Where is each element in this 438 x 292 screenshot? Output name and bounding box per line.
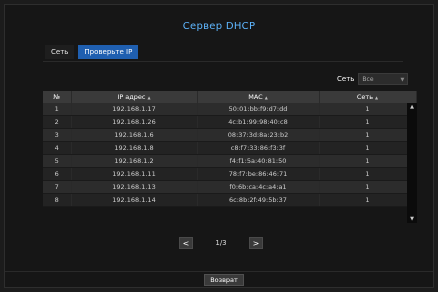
cell-number: 8 — [43, 193, 72, 207]
cell-network: 1 — [319, 103, 417, 116]
tab-network[interactable]: Сеть — [45, 45, 75, 59]
sort-icon: ▲ — [264, 95, 268, 100]
column-header-mac[interactable]: MAC ▲ — [197, 91, 320, 103]
column-header-ip[interactable]: IP адрес ▲ — [71, 91, 198, 103]
cell-ip: 192.168.1.6 — [71, 128, 198, 142]
footer-divider — [5, 271, 433, 272]
cell-network: 1 — [319, 141, 417, 155]
cell-number: 7 — [43, 180, 72, 194]
cell-network: 1 — [319, 115, 417, 129]
cell-ip: 192.168.1.17 — [71, 103, 198, 116]
cell-ip: 192.168.1.14 — [71, 193, 198, 207]
scroll-down-icon[interactable]: ▼ — [407, 216, 417, 222]
cell-number: 2 — [43, 115, 72, 129]
cell-number: 5 — [43, 154, 72, 168]
cell-ip: 192.168.1.8 — [71, 141, 198, 155]
prev-page-button[interactable]: < — [179, 237, 193, 249]
sort-icon: ▲ — [375, 95, 379, 100]
page-indicator: 1/3 — [215, 239, 227, 247]
cell-network: 1 — [319, 193, 417, 207]
table-row[interactable]: 1 192.168.1.17 50:01:bb:f9:d7:dd 1 — [43, 103, 417, 116]
table-scrollbar[interactable]: ▲ ▼ — [407, 103, 417, 223]
cell-mac: 08:37:3d:8a:23:b2 — [197, 128, 320, 142]
dhcp-server-window: Сервер DHCP Сеть Проверьте IP Сеть Все ▼… — [4, 4, 434, 288]
cell-number: 4 — [43, 141, 72, 155]
tab-divider — [43, 61, 403, 62]
table-row[interactable]: 7 192.168.1.13 f0:6b:ca:4c:a4:a1 1 — [43, 180, 417, 194]
cell-network: 1 — [319, 180, 417, 194]
tab-check-ip[interactable]: Проверьте IP — [78, 45, 139, 59]
network-filter-value: Все — [362, 76, 374, 83]
network-filter-select[interactable]: Все ▼ — [358, 73, 409, 85]
network-filter-label: Сеть — [337, 75, 355, 83]
column-header-network[interactable]: Сеть ▲ — [319, 91, 417, 103]
tab-bar: Сеть Проверьте IP — [45, 45, 139, 59]
cell-ip: 192.168.1.11 — [71, 167, 198, 181]
back-button[interactable]: Возврат — [204, 274, 244, 286]
sort-icon: ▲ — [147, 95, 151, 100]
pagination: < 1/3 > — [179, 237, 263, 249]
table-header-row: № IP адрес ▲ MAC ▲ Сеть ▲ — [43, 91, 417, 103]
table-row[interactable]: 8 192.168.1.14 6c:8b:2f:49:5b:37 1 — [43, 193, 417, 207]
cell-mac: f4:f1:5a:40:81:50 — [197, 154, 320, 168]
cell-ip: 192.168.1.26 — [71, 115, 198, 129]
next-page-button[interactable]: > — [249, 237, 263, 249]
table-row[interactable]: 5 192.168.1.2 f4:f1:5a:40:81:50 1 — [43, 154, 417, 168]
scroll-up-icon[interactable]: ▲ — [407, 104, 417, 110]
cell-mac: 50:01:bb:f9:d7:dd — [197, 103, 320, 116]
cell-number: 3 — [43, 128, 72, 142]
cell-mac: 4c:b1:99:98:40:c8 — [197, 115, 320, 129]
cell-ip: 192.168.1.13 — [71, 180, 198, 194]
column-header-number: № — [43, 91, 72, 103]
ip-table: № IP адрес ▲ MAC ▲ Сеть ▲ 1 192.168.1.17 50… — [43, 91, 417, 207]
cell-mac: 78:f7:be:86:46:71 — [197, 167, 320, 181]
cell-mac: c8:f7:33:86:f3:3f — [197, 141, 320, 155]
cell-network: 1 — [319, 154, 417, 168]
window-title: Сервер DHCP — [182, 21, 256, 32]
cell-mac: f0:6b:ca:4c:a4:a1 — [197, 180, 320, 194]
table-row[interactable]: 6 192.168.1.11 78:f7:be:86:46:71 1 — [43, 167, 417, 181]
cell-number: 1 — [43, 103, 72, 116]
network-filter: Сеть Все ▼ — [337, 73, 409, 85]
table-row[interactable]: 4 192.168.1.8 c8:f7:33:86:f3:3f 1 — [43, 141, 417, 155]
cell-number: 6 — [43, 167, 72, 181]
cell-mac: 6c:8b:2f:49:5b:37 — [197, 193, 320, 207]
table-row[interactable]: 3 192.168.1.6 08:37:3d:8a:23:b2 1 — [43, 128, 417, 142]
chevron-down-icon: ▼ — [400, 77, 405, 83]
table-row[interactable]: 2 192.168.1.26 4c:b1:99:98:40:c8 1 — [43, 115, 417, 129]
cell-ip: 192.168.1.2 — [71, 154, 198, 168]
cell-network: 1 — [319, 167, 417, 181]
cell-network: 1 — [319, 128, 417, 142]
